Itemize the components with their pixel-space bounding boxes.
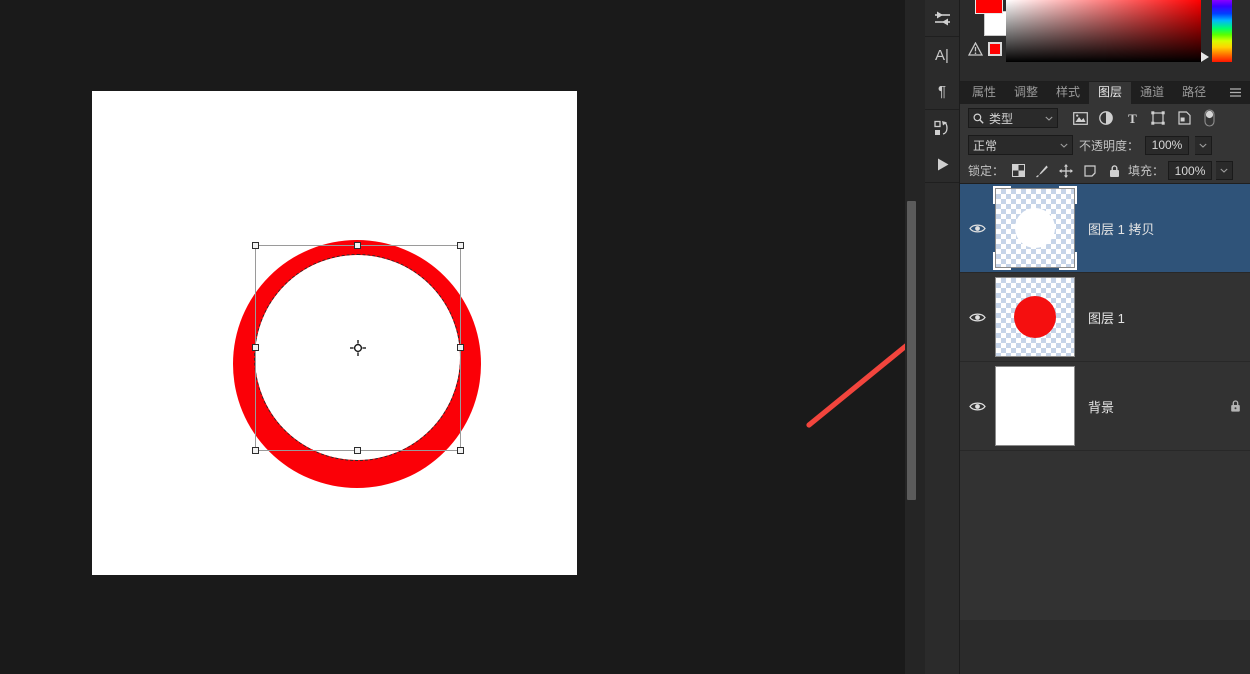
foreground-color-swatch[interactable] [975, 0, 1003, 14]
transform-reference-point-icon[interactable] [350, 340, 366, 356]
hue-slider-strip[interactable] [1212, 0, 1232, 62]
opacity-label: 不透明度： [1079, 138, 1140, 153]
lock-transparency-icon[interactable] [1008, 161, 1028, 181]
rail-group-adjustments [925, 0, 959, 37]
fill-label: 填充： [1128, 164, 1165, 178]
collapsed-panel-rail: A| ¶ [925, 0, 960, 674]
lock-icon [1230, 400, 1240, 412]
right-dock-panel: 属性 调整 样式 图层 通道 路径 类型 T 正常 不透明度： 100% 锁定：… [960, 0, 1250, 674]
tab-layers[interactable]: 图层 [1089, 82, 1132, 104]
layer-filter-kind-select[interactable]: 类型 [968, 108, 1058, 128]
table-row[interactable]: 图层 1 拷贝 [960, 184, 1250, 273]
transform-handle-s[interactable] [354, 447, 361, 454]
chevron-down-icon [1060, 143, 1068, 148]
thumbnail-shape [1014, 296, 1056, 338]
filter-adjustment-icon[interactable] [1093, 107, 1119, 129]
table-row[interactable]: 图层 1 [960, 273, 1250, 362]
color-panel [960, 0, 1250, 82]
filter-smart-object-icon[interactable] [1171, 107, 1197, 129]
transform-handle-sw[interactable] [252, 447, 259, 454]
tab-styles[interactable]: 样式 [1047, 82, 1089, 104]
color-picker-field[interactable] [1006, 0, 1201, 62]
transform-handle-e[interactable] [457, 344, 464, 351]
tab-adjustments[interactable]: 调整 [1005, 82, 1047, 104]
chevron-down-icon [1220, 168, 1228, 173]
chevron-down-icon [1199, 143, 1207, 148]
opacity-value-field[interactable]: 100% [1145, 135, 1190, 155]
opacity-dropdown-button[interactable] [1195, 135, 1213, 155]
layer-lock-indicator [1220, 399, 1250, 413]
document-canvas[interactable] [92, 91, 577, 575]
paragraph-panel-label: ¶ [937, 82, 947, 100]
layers-list[interactable]: 图层 1 拷贝 图层 1 背景 [960, 184, 1250, 620]
free-transform-bounding-box[interactable] [252, 242, 464, 454]
adjustments-sliders-icon[interactable] [925, 0, 960, 36]
photoshop-window: A| ¶ 属性 调整 样式 图层 通道 路径 类型 T 正常 不透明度： 100… [0, 0, 1250, 674]
layer-visibility-toggle[interactable] [960, 362, 995, 450]
lock-label: 锁定： [968, 164, 1005, 178]
filter-pixel-icon[interactable] [1067, 107, 1093, 129]
fill-value-field[interactable]: 100% [1168, 161, 1213, 180]
chevron-down-icon [1045, 116, 1053, 121]
transform-handle-n[interactable] [354, 242, 361, 249]
layer-thumbnail[interactable] [995, 366, 1075, 446]
layer-visibility-toggle[interactable] [960, 184, 995, 272]
transform-handle-w[interactable] [252, 344, 259, 351]
layer-thumbnail[interactable] [993, 186, 1077, 270]
hue-slider-marker[interactable] [1201, 52, 1209, 62]
layer-filter-row: 类型 T [960, 104, 1250, 132]
thumbnail-shape [1015, 208, 1055, 248]
filter-type-icon[interactable]: T [1119, 107, 1145, 129]
canvas-workspace[interactable] [0, 0, 905, 674]
tab-channels[interactable]: 通道 [1131, 82, 1173, 104]
svg-text:T: T [1128, 112, 1137, 125]
panel-tab-bar: 属性 调整 样式 图层 通道 路径 [960, 82, 1250, 104]
filter-shape-icon[interactable] [1145, 107, 1171, 129]
blend-mode-value: 正常 [973, 138, 998, 153]
filter-enable-toggle[interactable] [1203, 108, 1216, 128]
transform-handle-ne[interactable] [457, 242, 464, 249]
lock-image-pixels-icon[interactable] [1032, 161, 1052, 181]
layer-name-label[interactable]: 图层 1 [1075, 308, 1220, 327]
layer-filter-icon-group: T [1067, 107, 1197, 129]
annotation-arrow [806, 343, 905, 428]
layer-filter-kind-value: 类型 [989, 111, 1014, 126]
lock-all-icon[interactable] [1104, 161, 1124, 181]
layers-empty-area[interactable] [960, 451, 1250, 620]
layer-name-label[interactable]: 图层 1 拷贝 [1075, 219, 1220, 238]
actions-play-icon[interactable] [925, 146, 960, 182]
lock-artboard-nesting-icon[interactable] [1080, 161, 1100, 181]
blend-mode-select[interactable]: 正常 [968, 135, 1073, 155]
gamut-warning-icon[interactable] [968, 42, 983, 56]
character-panel-label: A| [935, 46, 949, 64]
tab-properties[interactable]: 属性 [963, 82, 1005, 104]
hamburger-menu-icon[interactable] [1229, 87, 1242, 98]
tab-paths[interactable]: 路径 [1173, 82, 1215, 104]
table-row[interactable]: 背景 [960, 362, 1250, 451]
lock-position-icon[interactable] [1056, 161, 1076, 181]
eye-icon [969, 402, 986, 410]
transform-handle-nw[interactable] [252, 242, 259, 249]
transform-handle-se[interactable] [457, 447, 464, 454]
layer-thumbnail[interactable] [995, 277, 1075, 357]
layer-name-label[interactable]: 背景 [1075, 397, 1220, 416]
layer-comps-icon[interactable] [925, 110, 960, 146]
character-panel-icon[interactable]: A| [925, 37, 960, 73]
fill-dropdown-button[interactable] [1216, 161, 1234, 180]
eye-icon [969, 313, 986, 321]
scrollbar-thumb[interactable] [907, 201, 916, 500]
blend-mode-row: 正常 不透明度： 100% [960, 132, 1250, 158]
gamut-alternate-color-swatch[interactable] [988, 42, 1002, 56]
layer-lock-row: 锁定： 填充： 100% [960, 158, 1250, 184]
eye-icon [969, 224, 986, 232]
paragraph-panel-icon[interactable]: ¶ [925, 73, 960, 109]
panel-vertical-scrollbar[interactable] [905, 0, 925, 674]
rail-group-text: A| ¶ [925, 37, 959, 110]
search-icon [973, 113, 984, 124]
rail-group-actions [925, 110, 959, 183]
layer-visibility-toggle[interactable] [960, 273, 995, 361]
